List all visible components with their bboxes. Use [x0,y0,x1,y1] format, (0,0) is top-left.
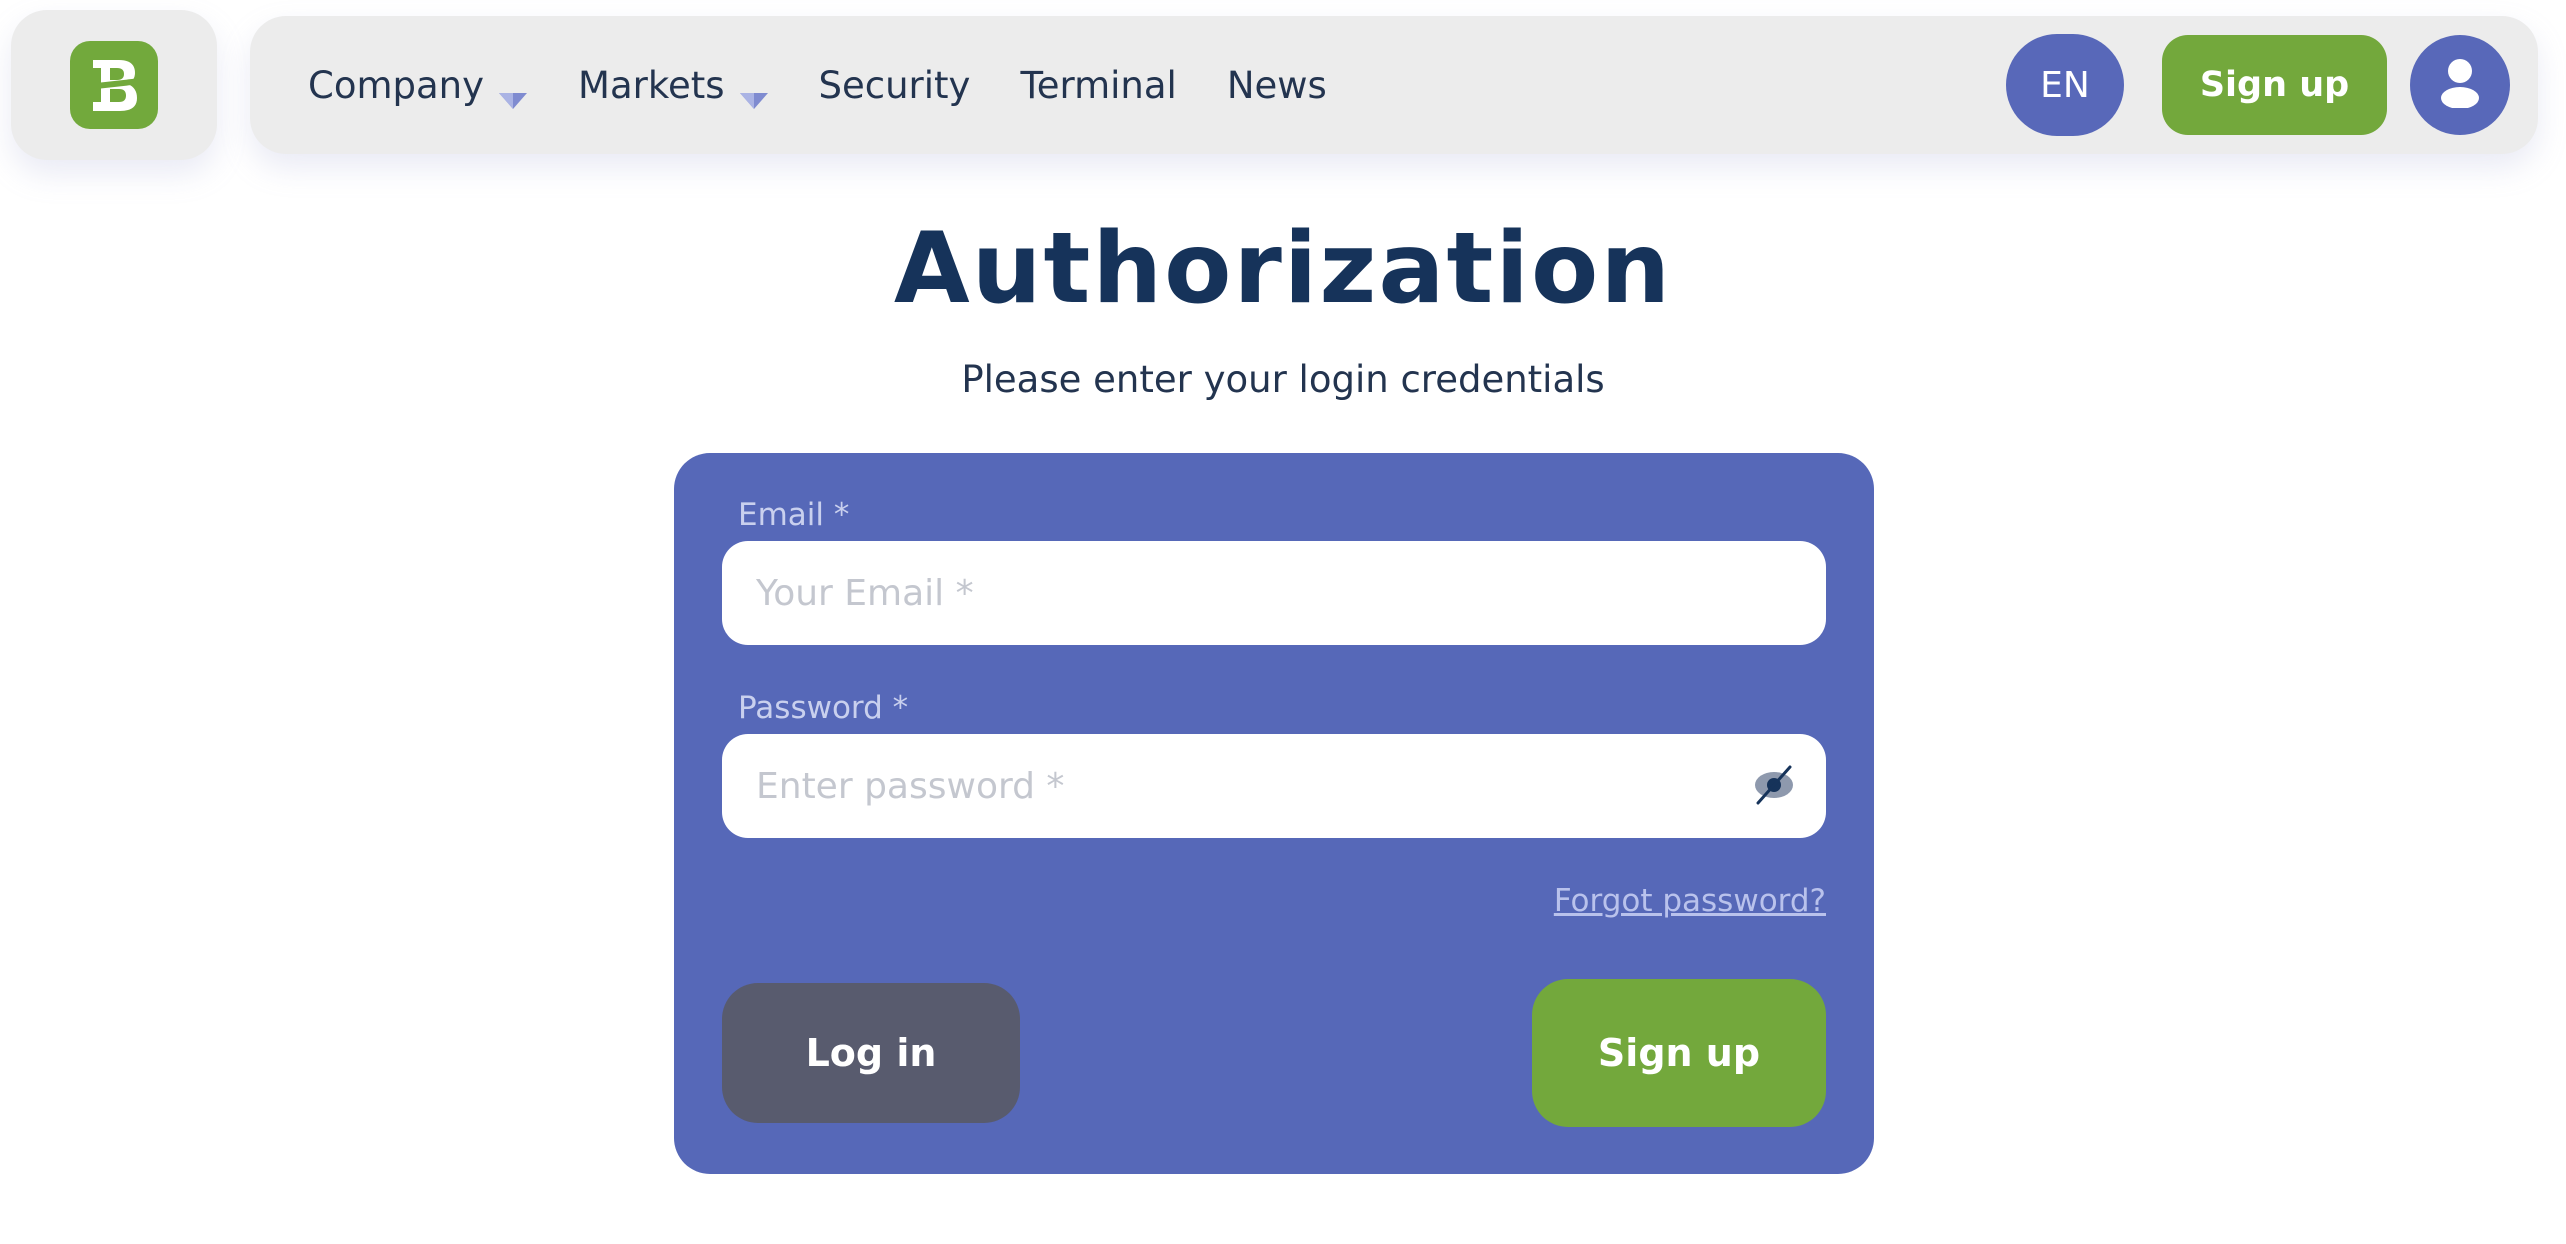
top-navigation-bar: Company Markets Security Terminal News E… [250,16,2538,154]
nav-item-news[interactable]: News [1227,64,1327,107]
form-signup-button[interactable]: Sign up [1532,979,1826,1127]
header-signup-label: Sign up [2199,65,2350,105]
nav-item-markets[interactable]: Markets [578,63,769,109]
form-signup-label: Sign up [1597,1031,1761,1075]
password-label: Password * [738,690,909,726]
nav-item-security[interactable]: Security [819,64,971,107]
user-icon [2438,58,2482,112]
forgot-password-link[interactable]: Forgot password? [1554,883,1826,919]
nav-item-terminal[interactable]: Terminal [1020,64,1176,107]
nav-item-label: News [1226,63,1327,107]
authorization-form: Email * Password * Forgot password? Log … [674,453,1874,1174]
language-label: EN [2040,64,2090,106]
nav-item-company[interactable]: Company [308,63,528,109]
header-signup-button[interactable]: Sign up [2162,35,2387,135]
login-button-label: Log in [805,1031,937,1075]
email-field[interactable] [722,541,1826,645]
page-title: Authorization [893,212,1673,326]
account-button[interactable] [2410,35,2510,135]
password-field[interactable] [722,734,1826,838]
nav-item-label: Company [308,63,485,107]
chevron-down-icon [498,76,528,109]
page-subtitle: Please enter your login credentials [961,358,1605,401]
eye-off-icon[interactable] [1750,761,1798,809]
login-button[interactable]: Log in [722,983,1020,1123]
logo-home-link[interactable] [11,10,217,160]
language-selector-button[interactable]: EN [2006,34,2124,136]
email-label: Email * [738,497,850,533]
nav-links: Company Markets Security Terminal News [308,16,1377,154]
chevron-down-icon [739,76,769,109]
nav-item-label: Markets [578,63,725,107]
nav-item-label: Security [818,63,971,107]
b-monogram-logo-icon [70,41,158,129]
nav-item-label: Terminal [1020,63,1177,107]
